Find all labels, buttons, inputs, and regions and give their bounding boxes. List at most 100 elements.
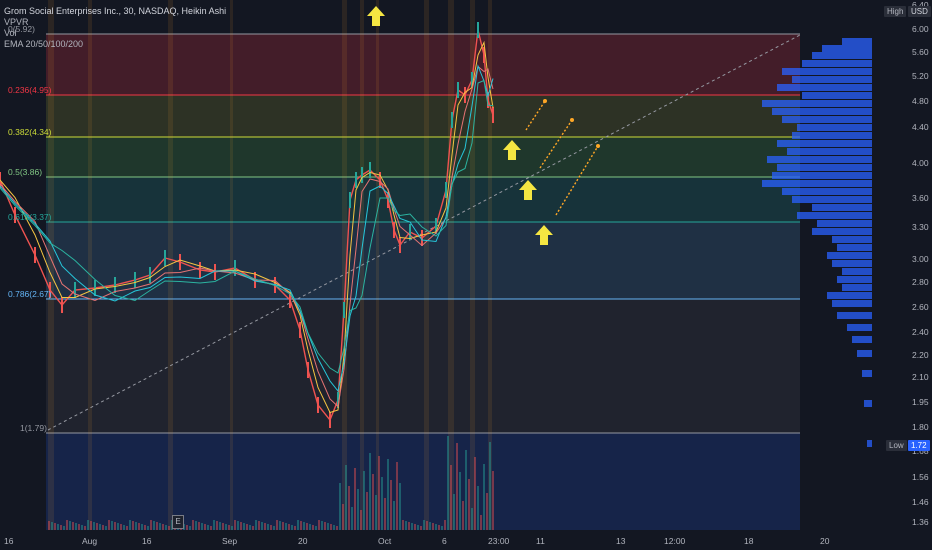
volume-bar <box>132 521 134 530</box>
projection-arrow-head <box>596 144 600 148</box>
volume-bar <box>348 486 350 530</box>
time-tick: 20 <box>298 536 308 546</box>
volume-bar <box>246 524 248 530</box>
volume-bar <box>207 525 209 530</box>
session-highlight <box>376 0 379 530</box>
price-tick: 3.60 <box>912 193 929 203</box>
volume-bar <box>159 523 161 530</box>
price-tick: 5.20 <box>912 71 929 81</box>
volume-bar <box>396 462 398 530</box>
volume-profile-bar <box>857 350 872 357</box>
volume-bar <box>240 522 242 530</box>
low-price-badge: 1.72 <box>908 440 930 451</box>
volume-bar <box>291 525 293 530</box>
volume-bar <box>165 525 167 530</box>
volume-bar <box>441 526 443 530</box>
volume-profile-bar <box>842 38 872 45</box>
volume-bar <box>414 524 416 530</box>
price-tick: 2.60 <box>912 302 929 312</box>
volume-profile-bar <box>777 84 872 91</box>
volume-bar <box>141 524 143 530</box>
volume-bar <box>369 453 371 530</box>
volume-bar <box>243 523 245 530</box>
volume-bar <box>312 525 314 530</box>
volume-bar <box>324 522 326 530</box>
volume-bar <box>48 521 50 530</box>
volume-bar <box>462 501 464 530</box>
chart-legend: Grom Social Enterprises Inc., 30, NASDAQ… <box>4 6 226 50</box>
volume-bar <box>351 507 353 530</box>
volume-bar <box>456 443 458 530</box>
volume-bar <box>201 523 203 530</box>
volume-bar <box>69 521 71 530</box>
indicator-vpvr[interactable]: VPVR <box>4 17 226 28</box>
time-tick: 20 <box>820 536 830 546</box>
volume-bar <box>420 526 422 530</box>
volume-profile-bar <box>767 156 872 163</box>
volume-bar <box>195 521 197 530</box>
volume-bar <box>426 521 428 530</box>
volume-bar <box>120 524 122 530</box>
price-tick: 2.40 <box>912 327 929 337</box>
volume-profile-bar <box>797 124 872 131</box>
volume-bar <box>489 442 491 530</box>
volume-bar <box>459 472 461 530</box>
time-tick: Oct <box>378 536 392 546</box>
volume-bar <box>477 486 479 530</box>
volume-bar <box>279 521 281 530</box>
volume-bar <box>108 520 110 530</box>
volume-profile-bar <box>852 336 872 343</box>
volume-bar <box>408 522 410 530</box>
volume-bar <box>453 494 455 530</box>
high-label: High <box>884 6 907 17</box>
volume-profile-bar <box>792 196 872 203</box>
volume-bar <box>393 501 395 530</box>
volume-profile-bar <box>817 220 872 227</box>
volume-bar <box>399 483 401 530</box>
fib-zone <box>46 137 800 177</box>
fib-extension-zone <box>46 433 800 530</box>
volume-bar <box>288 524 290 530</box>
volume-bar <box>300 521 302 530</box>
volume-bar <box>306 523 308 530</box>
volume-bar <box>54 523 56 530</box>
session-highlight <box>230 0 233 530</box>
price-tick: 3.30 <box>912 222 929 232</box>
fib-zone <box>46 299 800 433</box>
symbol-title[interactable]: Grom Social Enterprises Inc., 30, NASDAQ… <box>4 6 226 17</box>
fib-level-label: 0.786(2.67) <box>8 289 52 299</box>
fib-level-label: 0.236(4.95) <box>8 85 52 95</box>
indicator-ema[interactable]: EMA 20/50/100/200 <box>4 39 226 50</box>
volume-bar <box>234 520 236 530</box>
volume-bar <box>447 436 449 530</box>
indicator-vol[interactable]: Vol <box>4 28 226 39</box>
volume-bar <box>354 468 356 530</box>
volume-bar <box>411 523 413 530</box>
volume-profile-bar <box>777 164 872 171</box>
chart-window[interactable]: Grom Social Enterprises Inc., 30, NASDAQ… <box>0 0 932 550</box>
volume-bar <box>342 504 344 530</box>
earnings-marker[interactable]: E <box>172 515 184 529</box>
volume-bar <box>450 465 452 530</box>
volume-profile-bar <box>827 252 872 259</box>
volume-bar <box>192 520 194 530</box>
volume-bar <box>480 515 482 530</box>
price-tick: 1.46 <box>912 497 929 507</box>
volume-bar <box>297 520 299 530</box>
up-arrow-icon <box>367 6 385 26</box>
price-tick: 2.10 <box>912 372 929 382</box>
volume-bar <box>129 520 131 530</box>
time-tick: 18 <box>744 536 754 546</box>
volume-bar <box>417 525 419 530</box>
volume-bar <box>327 523 329 530</box>
price-chart[interactable] <box>0 0 932 550</box>
volume-bar <box>384 498 386 530</box>
volume-bar <box>267 524 269 530</box>
fib-zone <box>46 95 800 137</box>
time-tick: Sep <box>222 536 238 546</box>
volume-bar <box>486 493 488 530</box>
fib-zone <box>46 177 800 222</box>
volume-bar <box>471 508 473 530</box>
volume-bar <box>261 522 263 530</box>
price-tick: 1.80 <box>912 422 929 432</box>
